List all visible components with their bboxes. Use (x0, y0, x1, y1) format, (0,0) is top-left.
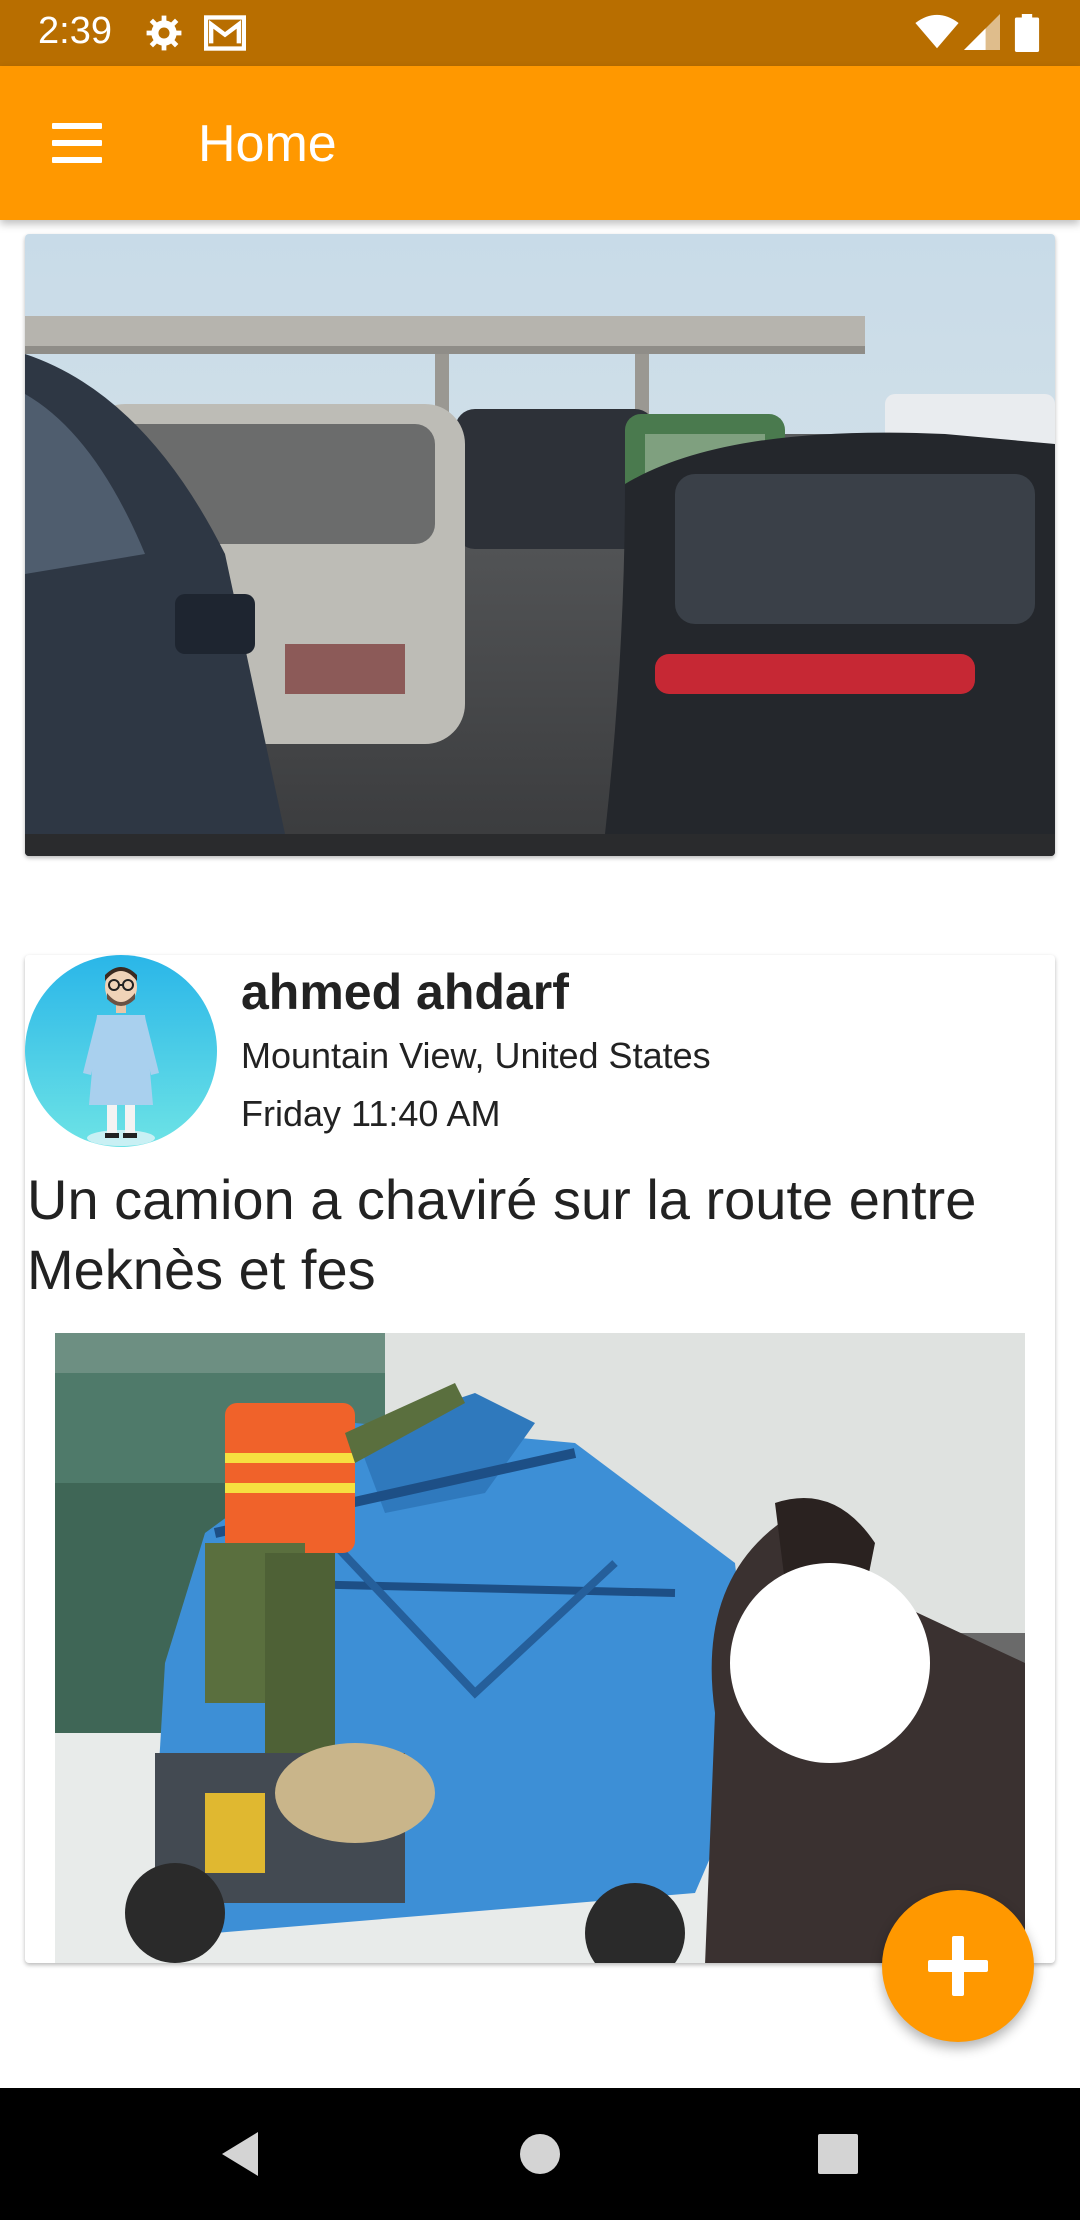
back-icon[interactable] (204, 2118, 276, 2190)
home-icon[interactable] (504, 2118, 576, 2190)
battery-icon (1014, 14, 1040, 52)
status-time: 2:39 (38, 10, 112, 52)
overturned-truck-photo[interactable] (55, 1333, 1025, 1963)
hamburger-menu-icon[interactable] (40, 111, 112, 175)
add-post-button[interactable] (882, 1890, 1034, 2042)
post-timestamp: Friday 11:40 AM (241, 1093, 501, 1134)
feed-card[interactable] (25, 234, 1055, 856)
app-bar: Home (0, 66, 1080, 220)
signal-icon (964, 14, 1000, 50)
traffic-jam-photo (25, 234, 1055, 856)
recents-icon[interactable] (802, 2118, 874, 2190)
navigation-bar (0, 2088, 1080, 2220)
author-location: Mountain View, United States (241, 1035, 711, 1076)
status-bar: 2:39 (0, 0, 1080, 66)
post-card[interactable]: ahmed ahdarf Mountain View, United State… (25, 955, 1055, 1963)
plus-icon-vertical (952, 1936, 964, 1996)
author-name[interactable]: ahmed ahdarf (241, 963, 569, 1021)
wifi-icon (915, 14, 959, 49)
page-title: Home (198, 115, 337, 173)
author-row: ahmed ahdarf Mountain View, United State… (25, 955, 1055, 1155)
mail-icon (204, 15, 246, 51)
user-avatar-image (25, 955, 217, 1147)
gear-icon (146, 15, 182, 51)
post-text: Un camion a chaviré sur la route entre M… (27, 1168, 977, 1301)
avatar[interactable] (25, 955, 217, 1147)
